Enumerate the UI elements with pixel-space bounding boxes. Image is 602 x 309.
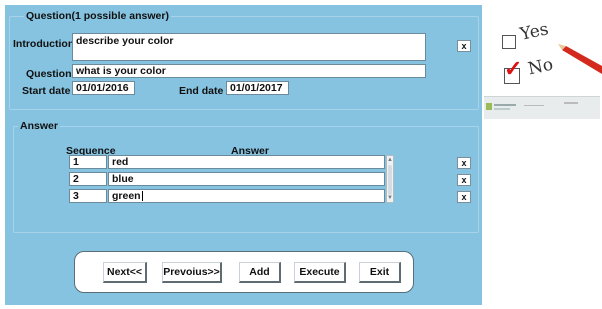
question-label: Question (26, 68, 72, 80)
end-date-label: End date (179, 85, 224, 97)
clear-introduction-button[interactable]: x (457, 40, 471, 52)
question-field[interactable]: what is your color (72, 64, 426, 78)
sequence-cell[interactable]: 1 (69, 155, 107, 169)
answer-group-title: Answer (18, 120, 60, 132)
thumbnail-icon (486, 102, 578, 110)
answer-cell-active[interactable]: green (108, 189, 385, 203)
page-thumbnail-strip (484, 96, 600, 119)
exit-button[interactable]: Exit (359, 262, 401, 283)
add-button[interactable]: Add (239, 262, 281, 283)
answer-cell-text: green (112, 190, 141, 202)
start-date-field[interactable]: 01/01/2016 (72, 81, 135, 95)
text-caret (141, 191, 143, 202)
sequence-cell[interactable]: 3 (69, 189, 107, 203)
delete-row-button[interactable]: x (457, 174, 471, 186)
answer-cell[interactable]: blue (108, 172, 385, 186)
introduction-field[interactable]: describe your color (72, 33, 426, 61)
delete-row-button[interactable]: x (457, 191, 471, 203)
end-date-field[interactable]: 01/01/2017 (226, 81, 289, 95)
question-group: Question(1 possible answer) (9, 10, 479, 110)
introduction-label: Introduction (13, 38, 75, 50)
scroll-thumb[interactable] (388, 165, 392, 195)
scroll-down-icon[interactable]: ▼ (387, 195, 393, 201)
question-form-panel: Question(1 possible answer) Introduction… (5, 5, 482, 305)
delete-row-button[interactable]: x (457, 157, 471, 169)
answer-cell[interactable]: red (108, 155, 385, 169)
start-date-label: Start date (22, 85, 71, 97)
sequence-cell[interactable]: 2 (69, 172, 107, 186)
answers-scrollbar[interactable]: ▲ ▼ (386, 155, 394, 203)
question-group-title: Question(1 possible answer) (24, 10, 171, 22)
next-button[interactable]: Next<< (103, 262, 147, 283)
previous-button[interactable]: Prevoius>> (162, 262, 222, 283)
scroll-up-icon[interactable]: ▲ (387, 157, 393, 163)
execute-button[interactable]: Execute (294, 262, 346, 283)
action-button-bar: Next<< Prevoius>> Add Execute Exit (74, 251, 414, 293)
